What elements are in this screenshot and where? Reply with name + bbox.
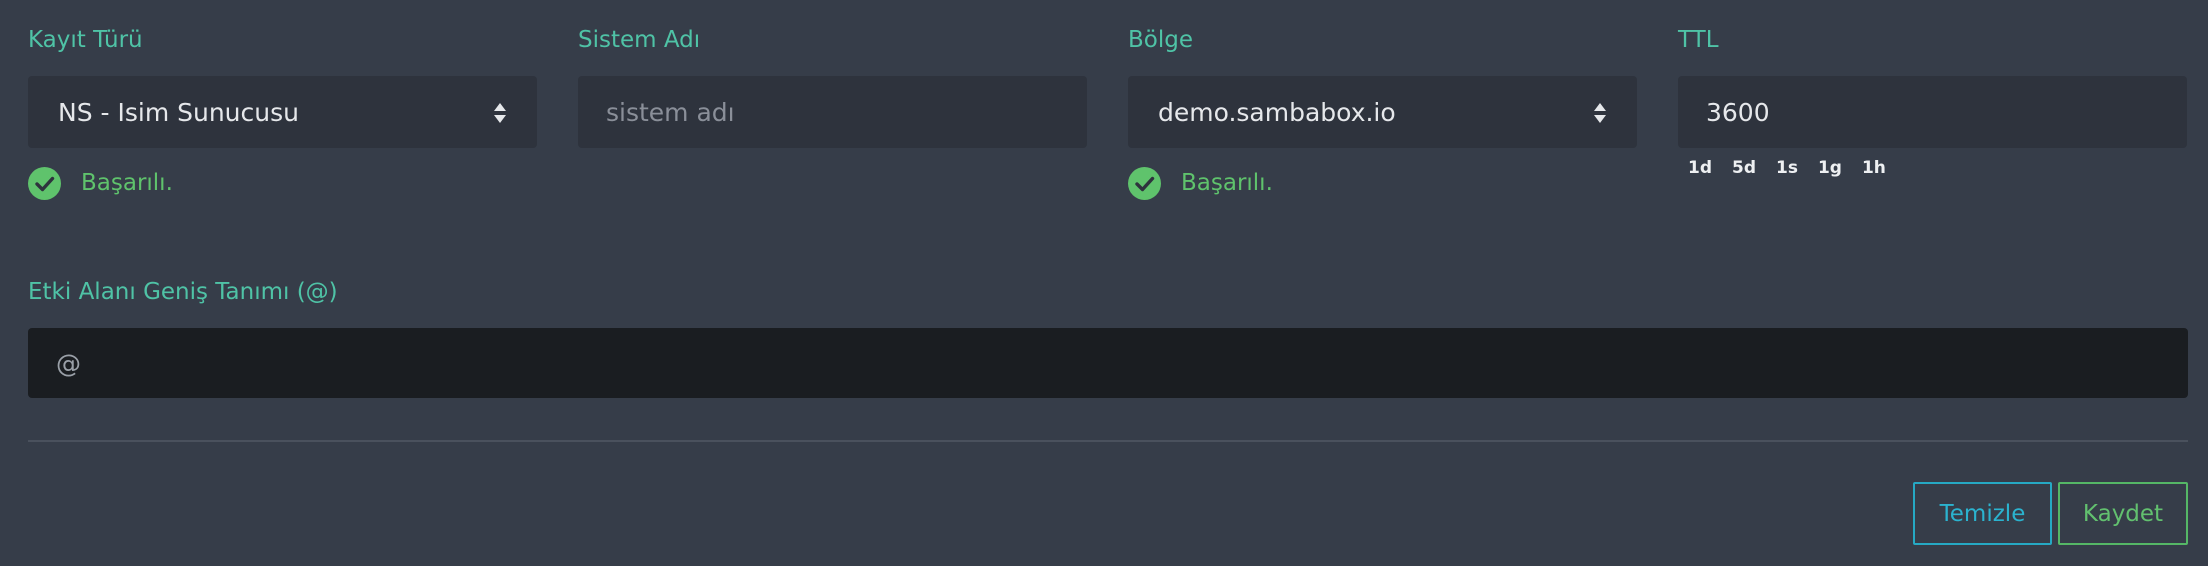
ttl-input[interactable]: 3600 — [1678, 76, 2187, 148]
system-name-label: Sistem Adı — [578, 27, 701, 53]
record-type-status-text: Başarılı. — [81, 170, 173, 196]
ttl-preset-1h[interactable]: 1h — [1852, 158, 1896, 178]
ttl-label: TTL — [1678, 27, 1719, 53]
system-name-input[interactable]: sistem adı — [578, 76, 1087, 148]
sort-arrows-icon — [494, 103, 506, 123]
save-button[interactable]: Kaydet — [2058, 482, 2188, 545]
fqdn-input[interactable]: @ — [28, 328, 2188, 398]
fqdn-label: Etki Alanı Geniş Tanımı (@) — [28, 279, 338, 305]
sort-arrows-icon — [1594, 103, 1606, 123]
clear-button[interactable]: Temizle — [1913, 482, 2052, 545]
fqdn-placeholder: @ — [56, 348, 81, 378]
ttl-preset-1d[interactable]: 1d — [1678, 158, 1722, 178]
record-type-value: NS - Isim Sunucusu — [58, 97, 299, 127]
zone-label: Bölge — [1128, 27, 1193, 53]
zone-value: demo.sambabox.io — [1158, 97, 1396, 127]
zone-status: Başarılı. — [1128, 166, 1273, 200]
ttl-preset-1g[interactable]: 1g — [1808, 158, 1852, 178]
ttl-value: 3600 — [1706, 97, 1770, 127]
ttl-presets: 1d 5d 1s 1g 1h — [1678, 158, 1896, 178]
check-circle-icon — [1128, 166, 1161, 200]
ttl-preset-1s[interactable]: 1s — [1766, 158, 1808, 178]
record-type-label: Kayıt Türü — [28, 27, 143, 53]
record-type-select[interactable]: NS - Isim Sunucusu — [28, 76, 537, 148]
system-name-placeholder: sistem adı — [606, 97, 735, 127]
zone-status-text: Başarılı. — [1181, 170, 1273, 196]
zone-select[interactable]: demo.sambabox.io — [1128, 76, 1637, 148]
check-circle-icon — [28, 166, 61, 200]
record-type-status: Başarılı. — [28, 166, 173, 200]
dns-record-form: Kayıt Türü NS - Isim Sunucusu Başarılı. … — [0, 0, 2208, 566]
ttl-preset-5d[interactable]: 5d — [1722, 158, 1766, 178]
form-divider — [28, 440, 2188, 442]
